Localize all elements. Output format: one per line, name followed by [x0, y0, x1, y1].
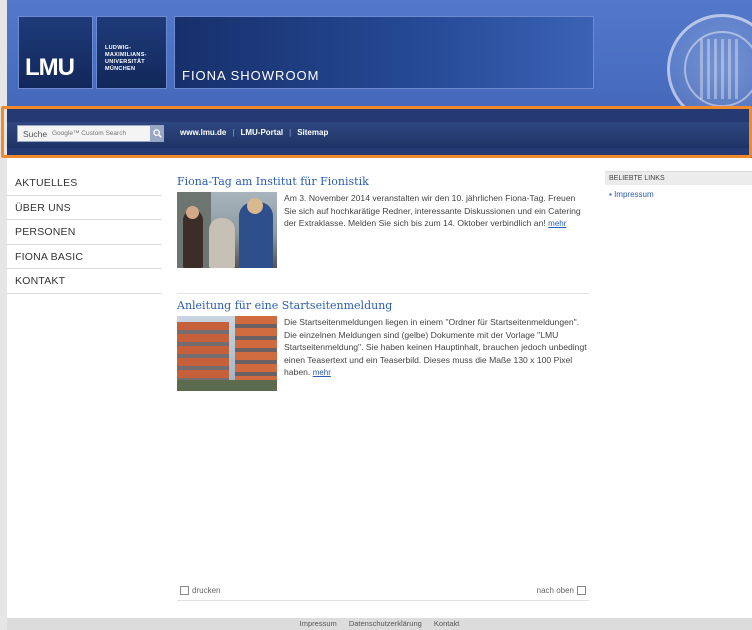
search-icon: [152, 129, 162, 138]
nav-item-fiona-basic[interactable]: FIONA BASIC: [7, 245, 162, 269]
university-name-line: UNIVERSITÄT: [105, 59, 145, 65]
popular-links-box: BELIEBTE LINKS ▪ Impressum: [605, 171, 752, 199]
lmu-logo[interactable]: LMU: [18, 16, 93, 89]
nav-item-aktuelles[interactable]: AKTUELLES: [7, 171, 162, 196]
article-teaser-text: Am 3. November 2014 veranstalten wir den…: [284, 193, 581, 229]
search-input[interactable]: [52, 126, 148, 141]
more-link[interactable]: mehr: [313, 368, 331, 377]
search-label: Suche: [23, 128, 48, 139]
site-title: FIONA SHOWROOM: [182, 68, 320, 83]
university-name-line: LUDWIG-: [105, 45, 132, 51]
popular-link-label: Impressum: [614, 190, 654, 199]
popular-links-heading: BELIEBTE LINKS: [605, 171, 752, 185]
popular-link-impressum[interactable]: ▪ Impressum: [605, 190, 752, 199]
university-seal-icon: [667, 14, 752, 108]
university-name-box[interactable]: LUDWIG- MAXIMILIANS- UNIVERSITÄT MÜNCHEN: [96, 16, 167, 89]
top-links: www.lmu.de | LMU-Portal | Sitemap: [180, 128, 328, 137]
news-article: Fiona-Tag am Institut für Fionistik Am 3…: [177, 175, 589, 268]
university-name-line: MÜNCHEN: [105, 66, 136, 72]
article-title[interactable]: Anleitung für eine Startseitenmeldung: [177, 299, 589, 312]
link-sitemap[interactable]: Sitemap: [297, 128, 328, 137]
site-header: LMU LUDWIG- MAXIMILIANS- UNIVERSITÄT MÜN…: [7, 0, 752, 108]
nav-item-kontakt[interactable]: KONTAKT: [7, 269, 162, 294]
nav-item-ueber-uns[interactable]: ÜBER UNS: [7, 196, 162, 220]
print-icon: [180, 586, 189, 595]
link-separator: |: [289, 128, 292, 137]
footer-link-datenschutz[interactable]: Datenschutzerklärung: [349, 619, 422, 628]
more-link[interactable]: mehr: [548, 219, 566, 228]
logo-text: LMU: [25, 54, 75, 81]
footer-link-kontakt[interactable]: Kontakt: [434, 619, 459, 628]
article-thumbnail[interactable]: [177, 192, 277, 268]
site-title-box[interactable]: FIONA SHOWROOM: [174, 16, 594, 89]
search-box: Suche: [17, 125, 164, 142]
nav-item-personen[interactable]: PERSONEN: [7, 220, 162, 245]
print-label: drucken: [192, 586, 221, 595]
link-lmu-de[interactable]: www.lmu.de: [180, 128, 226, 137]
search-button[interactable]: [150, 126, 164, 141]
footer-link-impressum[interactable]: Impressum: [300, 619, 337, 628]
arrow-up-icon: [577, 586, 586, 595]
article-thumbnail[interactable]: [177, 316, 277, 391]
link-lmu-portal[interactable]: LMU-Portal: [240, 128, 283, 137]
article-body: Die Startseitenmeldungen liegen in einem…: [177, 316, 589, 391]
print-link[interactable]: drucken: [177, 586, 220, 595]
link-separator: |: [232, 128, 235, 137]
article-teaser: Am 3. November 2014 veranstalten wir den…: [284, 192, 589, 268]
university-name: LUDWIG- MAXIMILIANS- UNIVERSITÄT MÜNCHEN: [105, 45, 165, 73]
university-name-line: MAXIMILIANS-: [105, 52, 147, 58]
page-tools: drucken nach oben: [177, 586, 589, 600]
site-footer: Impressum Datenschutzerklärung Kontakt: [7, 618, 752, 630]
article-teaser: Die Startseitenmeldungen liegen in einem…: [284, 316, 589, 391]
back-to-top-link[interactable]: nach oben: [537, 586, 589, 595]
article-title[interactable]: Fiona-Tag am Institut für Fionistik: [177, 175, 589, 188]
news-article: Anleitung für eine Startseitenmeldung Di…: [177, 299, 589, 391]
article-body: Am 3. November 2014 veranstalten wir den…: [177, 192, 589, 268]
back-to-top-label: nach oben: [536, 586, 574, 595]
footer-divider: [177, 600, 589, 601]
side-navigation: AKTUELLES ÜBER UNS PERSONEN FIONA BASIC …: [7, 171, 162, 294]
article-divider: [177, 293, 589, 294]
